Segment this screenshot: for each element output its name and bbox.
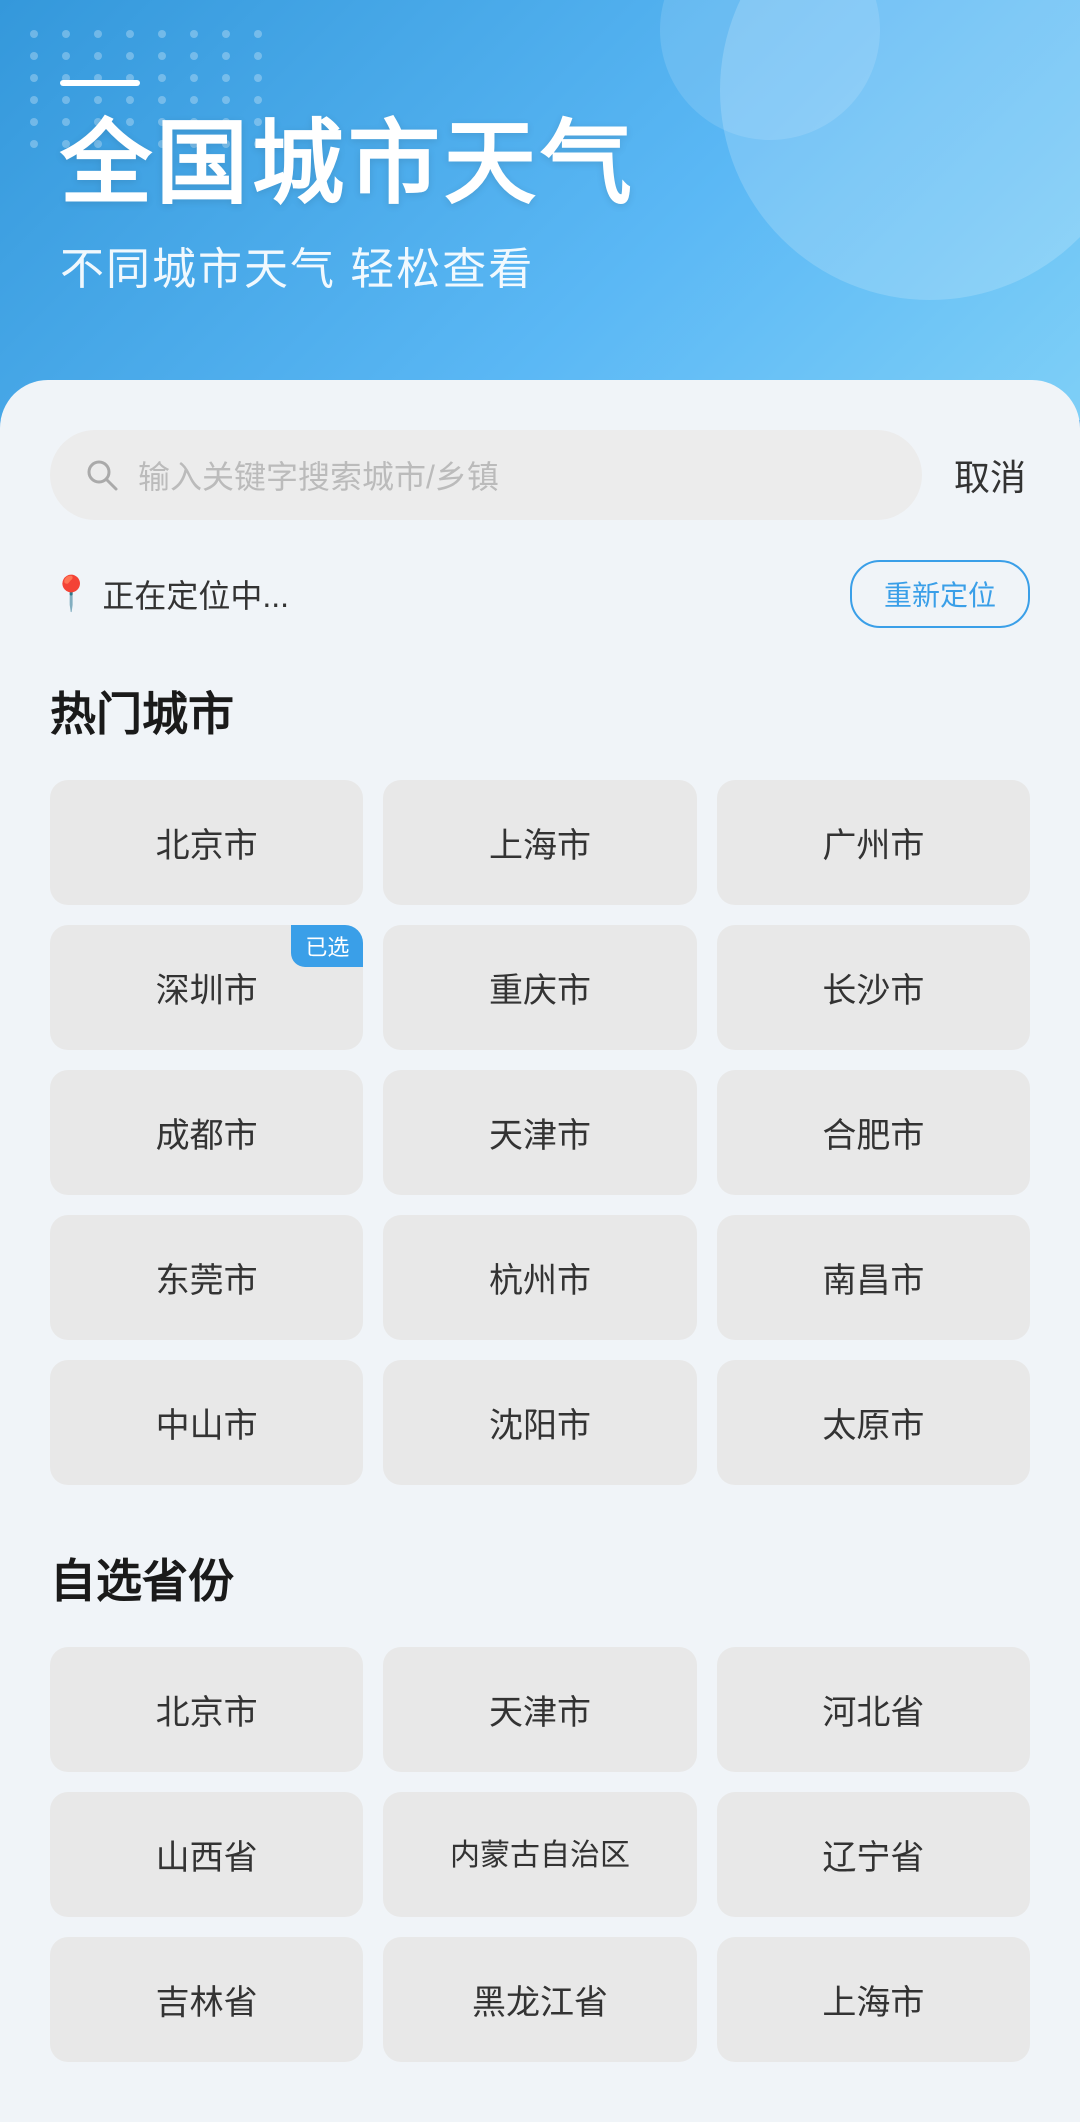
page-title: 全国城市天气 [60, 114, 636, 215]
header-background: 全国城市天气 不同城市天气 轻松查看 [0, 0, 1080, 420]
province-button[interactable]: 吉林省 [50, 1937, 363, 2062]
hot-city-button[interactable]: 太原市 [717, 1360, 1030, 1485]
hot-city-button[interactable]: 中山市 [50, 1360, 363, 1485]
hot-city-button[interactable]: 东莞市 [50, 1215, 363, 1340]
province-button[interactable]: 河北省 [717, 1647, 1030, 1772]
search-placeholder: 输入关键字搜索城市/乡镇 [138, 452, 888, 498]
hot-cities-section: 热门城市 北京市上海市广州市深圳市已选重庆市长沙市成都市天津市合肥市东莞市杭州市… [50, 678, 1030, 1485]
cancel-button[interactable]: 取消 [950, 439, 1030, 511]
search-row: 输入关键字搜索城市/乡镇 取消 [50, 430, 1030, 520]
province-button[interactable]: 北京市 [50, 1647, 363, 1772]
province-button[interactable]: 山西省 [50, 1792, 363, 1917]
provinces-grid: 北京市天津市河北省山西省内蒙古自治区辽宁省吉林省黑龙江省上海市 [50, 1647, 1030, 2062]
hot-city-button[interactable]: 天津市 [383, 1070, 696, 1195]
header-line-decoration [60, 80, 140, 86]
hot-city-button[interactable]: 成都市 [50, 1070, 363, 1195]
relocate-button[interactable]: 重新定位 [850, 560, 1030, 628]
hot-city-button[interactable]: 杭州市 [383, 1215, 696, 1340]
hot-city-button[interactable]: 广州市 [717, 780, 1030, 905]
hot-city-button[interactable]: 南昌市 [717, 1215, 1030, 1340]
location-pin-icon: 📍 [50, 574, 92, 614]
page-subtitle: 不同城市天气 轻松查看 [60, 233, 636, 297]
header-content: 全国城市天气 不同城市天气 轻松查看 [60, 80, 636, 297]
hot-city-button[interactable]: 上海市 [383, 780, 696, 905]
location-row: 📍 正在定位中... 重新定位 [50, 560, 1030, 628]
province-button[interactable]: 内蒙古自治区 [383, 1792, 696, 1917]
search-box[interactable]: 输入关键字搜索城市/乡镇 [50, 430, 922, 520]
hot-city-button[interactable]: 北京市 [50, 780, 363, 905]
location-status-text: 正在定位中... [102, 571, 289, 617]
selected-badge: 已选 [291, 925, 363, 967]
main-card: 输入关键字搜索城市/乡镇 取消 📍 正在定位中... 重新定位 热门城市 北京市… [0, 380, 1080, 2122]
province-button[interactable]: 天津市 [383, 1647, 696, 1772]
province-button[interactable]: 辽宁省 [717, 1792, 1030, 1917]
hot-city-button[interactable]: 深圳市已选 [50, 925, 363, 1050]
hot-city-button[interactable]: 合肥市 [717, 1070, 1030, 1195]
hot-cities-grid: 北京市上海市广州市深圳市已选重庆市长沙市成都市天津市合肥市东莞市杭州市南昌市中山… [50, 780, 1030, 1485]
hot-city-button[interactable]: 长沙市 [717, 925, 1030, 1050]
search-icon [84, 457, 120, 493]
hot-cities-title: 热门城市 [50, 678, 1030, 744]
hot-city-button[interactable]: 重庆市 [383, 925, 696, 1050]
location-status-row: 📍 正在定位中... [50, 571, 289, 617]
provinces-title: 自选省份 [50, 1545, 1030, 1611]
hot-city-button[interactable]: 沈阳市 [383, 1360, 696, 1485]
province-button[interactable]: 上海市 [717, 1937, 1030, 2062]
provinces-section: 自选省份 北京市天津市河北省山西省内蒙古自治区辽宁省吉林省黑龙江省上海市 [50, 1545, 1030, 2062]
province-button[interactable]: 黑龙江省 [383, 1937, 696, 2062]
